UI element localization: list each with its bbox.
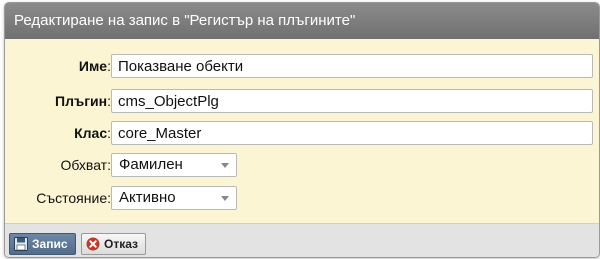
scope-label: Обхват: — [60, 157, 111, 173]
class-label: Клас: — [74, 125, 111, 141]
cancel-label: Отказ — [104, 237, 139, 251]
chevron-down-icon — [221, 196, 229, 201]
plugin-input[interactable] — [111, 89, 593, 113]
form-body: Име: Плъгин: Клас: Обхват: Фамилен Състо… — [5, 39, 599, 223]
scope-row: Обхват: Фамилен — [5, 153, 599, 177]
plugin-row: Плъгин: — [5, 89, 599, 113]
class-input[interactable] — [111, 121, 593, 145]
state-select[interactable]: Активно — [111, 186, 237, 210]
state-value: Активно — [119, 189, 176, 206]
name-input[interactable] — [111, 54, 593, 78]
name-label: Име: — [78, 58, 111, 74]
dialog-title: Редактиране на запис в "Регистър на плъг… — [5, 3, 599, 39]
edit-record-dialog: Редактиране на запис в "Регистър на плъг… — [4, 2, 600, 258]
save-label: Запис — [32, 237, 68, 251]
dialog-footer: Запис Отказ — [5, 223, 599, 257]
state-row: Състояние: Активно — [5, 186, 599, 210]
state-label: Състояние: — [36, 190, 111, 206]
class-row: Клас: — [5, 121, 599, 145]
scope-select[interactable]: Фамилен — [111, 153, 237, 177]
chevron-down-icon — [221, 163, 229, 168]
cancel-button[interactable]: Отказ — [81, 233, 147, 255]
scope-value: Фамилен — [119, 156, 183, 173]
save-button[interactable]: Запис — [9, 233, 76, 255]
floppy-disk-icon — [14, 237, 28, 251]
plugin-label: Плъгин: — [55, 93, 111, 109]
cancel-x-icon — [86, 237, 100, 251]
name-row: Име: — [5, 54, 599, 78]
